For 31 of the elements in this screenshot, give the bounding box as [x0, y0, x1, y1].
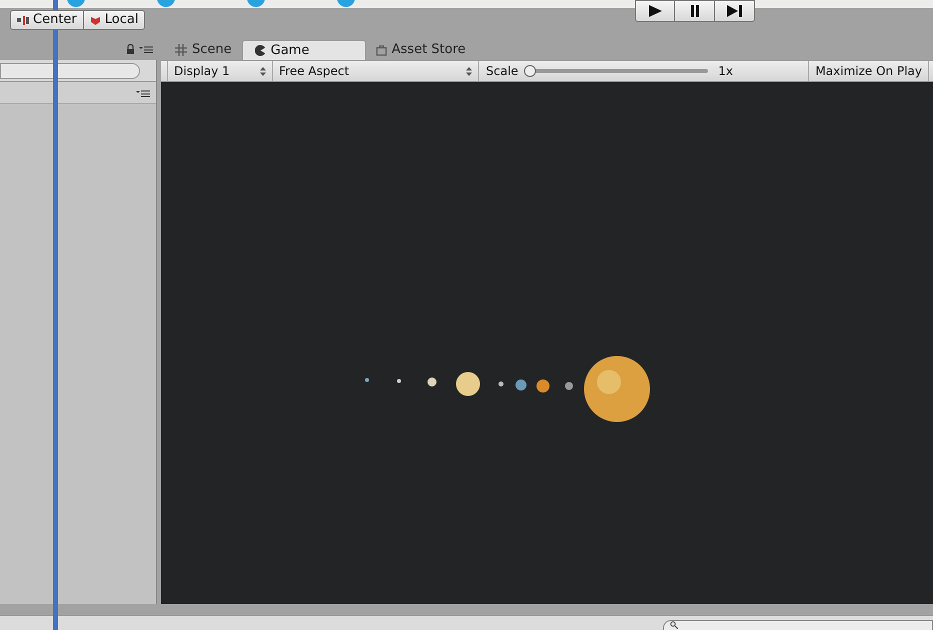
- menu-icon[interactable]: [136, 88, 150, 96]
- step-icon: [726, 5, 743, 17]
- play-icon: [648, 5, 662, 17]
- updown-icon: [260, 66, 266, 76]
- grid-icon: [175, 44, 187, 56]
- scale-reading: 1x: [718, 63, 734, 80]
- pause-icon: [690, 5, 700, 17]
- scale-label: Scale: [486, 63, 518, 80]
- aspect-dropdown[interactable]: Free Aspect: [273, 61, 479, 81]
- search-field[interactable]: [663, 620, 933, 630]
- updown-icon: [466, 66, 472, 76]
- pivot-button[interactable]: Local: [84, 10, 146, 30]
- playback-button[interactable]: [635, 0, 676, 22]
- scale-slider[interactable]: [524, 65, 708, 77]
- pivot-button[interactable]: Center: [10, 10, 84, 30]
- playback-button[interactable]: [715, 0, 756, 22]
- lock-icon: [126, 44, 135, 54]
- bag-icon: [376, 44, 387, 56]
- panel-tab[interactable]: Game: [242, 40, 366, 60]
- pivot-icon: [17, 16, 29, 24]
- display-dropdown[interactable]: Display 1: [167, 61, 273, 81]
- cube-icon: [90, 15, 101, 25]
- maximize-toggle[interactable]: Maximize On Play: [808, 61, 929, 81]
- panel-tab[interactable]: Asset Store: [368, 40, 474, 60]
- playback-button[interactable]: [675, 0, 716, 22]
- menu-icon[interactable]: [139, 45, 153, 53]
- search-icon: [670, 621, 678, 629]
- pacman-icon: [254, 45, 266, 56]
- slider-thumb[interactable]: [524, 65, 536, 77]
- panel-tab[interactable]: Scene: [167, 40, 240, 60]
- search-field[interactable]: [0, 62, 140, 78]
